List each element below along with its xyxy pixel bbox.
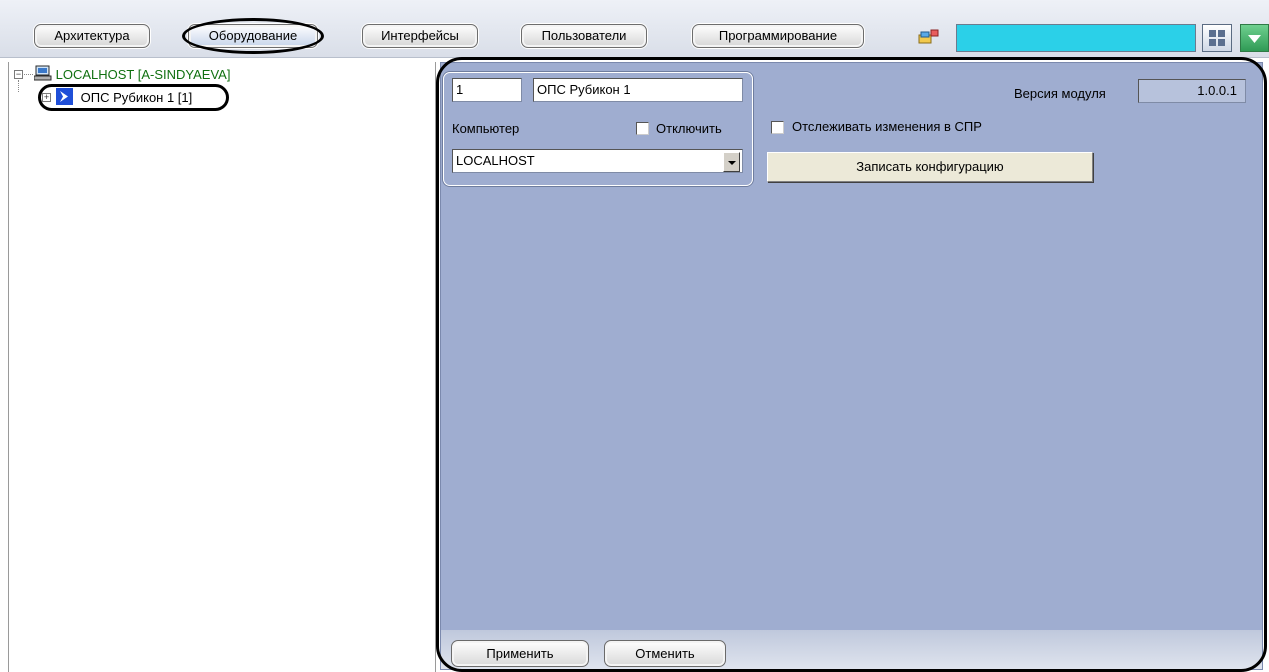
module-version-label: Версия модуля [1014,86,1106,101]
tree-item-rubikon[interactable]: ОПС Рубикон 1 [1] [56,88,192,108]
cancel-button[interactable]: Отменить [604,640,726,667]
disable-checkbox[interactable] [636,122,649,135]
tree-connector [24,74,33,75]
computer-select-value: LOCALHOST [456,153,535,168]
object-tree: − LOCALHOST [A-SINDYAEVA] + ОПС Рубикон … [8,62,436,672]
tab-equipment[interactable]: Оборудование [188,24,318,48]
disable-label: Отключить [656,121,722,136]
object-id-field[interactable]: 1 [452,78,522,102]
module-version-field: 1.0.0.1 [1138,79,1246,103]
computer-select[interactable]: LOCALHOST [452,149,743,173]
tree-item-localhost[interactable]: LOCALHOST [A-SINDYAEVA] [33,65,231,84]
tab-programming[interactable]: Программирование [692,24,864,48]
layout-grid-icon[interactable] [1202,24,1232,52]
tab-users[interactable]: Пользователи [521,24,647,48]
chevron-down-icon[interactable] [1240,24,1269,52]
chevron-down-icon[interactable] [723,152,740,172]
tree-collapse-toggle[interactable]: − [14,70,23,79]
computer-icon [33,65,52,84]
tab-bar: Архитектура Оборудование Интерфейсы Поль… [0,0,1269,58]
track-changes-label: Отслеживать изменения в СПР [792,119,982,134]
tree-item-label: ОПС Рубикон 1 [1] [80,90,193,105]
object-selector-field[interactable] [956,24,1196,52]
write-config-button[interactable]: Записать конфигурацию [767,152,1093,182]
object-name-field[interactable]: ОПС Рубикон 1 [533,78,743,102]
rubikon-icon [56,88,73,108]
apply-button[interactable]: Применить [451,640,589,667]
tab-architecture[interactable]: Архитектура [34,24,150,48]
tree-connector-vertical [18,80,19,92]
track-changes-checkbox[interactable] [771,121,784,134]
user-group-icon[interactable] [918,29,940,45]
tree-expand-toggle[interactable]: + [42,93,51,102]
tab-interfaces[interactable]: Интерфейсы [362,24,478,48]
computer-label: Компьютер [452,121,520,136]
tree-item-label: LOCALHOST [A-SINDYAEVA] [55,67,231,82]
